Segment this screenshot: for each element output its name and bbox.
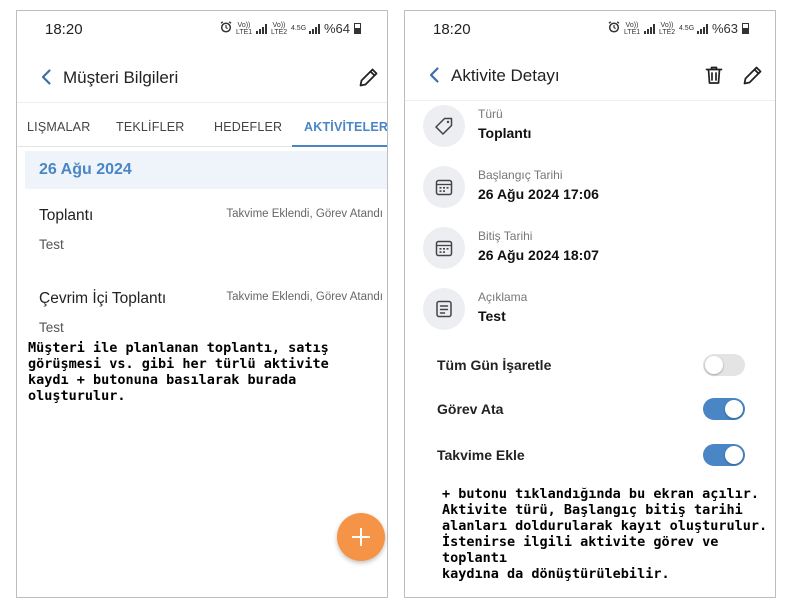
battery-icon (354, 23, 361, 34)
page-title: Aktivite Detayı (451, 66, 560, 85)
network-label-2: Vo)) LTE2 (658, 21, 676, 36)
calendar-icon (423, 166, 465, 208)
tab-meetings[interactable]: LIŞMALAR (27, 120, 90, 134)
status-bar: 18:20 Vo)) LTE1 Vo)) LTE2 4.5G %63 (405, 11, 775, 47)
app-bar: Müşteri Bilgileri (17, 51, 387, 103)
alarm-icon (220, 21, 232, 36)
status-icons: Vo)) LTE1 Vo)) LTE2 4.5G %64 (220, 21, 361, 36)
active-tab-indicator (292, 145, 387, 147)
date-group-header: 26 Ağu 2024 (25, 151, 387, 189)
edit-icon[interactable] (741, 63, 765, 87)
field-label: Bitiş Tarihi (478, 229, 533, 243)
status-bar: 18:20 Vo)) LTE1 Vo)) LTE2 4.5G %64 (17, 11, 387, 47)
page-title: Müşteri Bilgileri (63, 68, 179, 87)
toggle-assign-task: Görev Ata (405, 395, 775, 425)
activity-subtitle: Test (39, 237, 64, 252)
activity-tags: Takvime Eklendi, Görev Atandı (226, 291, 383, 303)
battery-percent: %64 (323, 21, 350, 36)
field-description: Açıklama Test (405, 284, 775, 340)
tab-offers[interactable]: TEKLİFLER (116, 120, 185, 134)
field-start-date: Başlangıç Tarihi 26 Ağu 2024 17:06 (405, 162, 775, 218)
assign-task-switch[interactable] (703, 398, 745, 420)
field-end-date: Bitiş Tarihi 26 Ağu 2024 18:07 (405, 223, 775, 279)
tab-bar: LIŞMALAR TEKLİFLER HEDEFLER AKTİVİTELER (17, 107, 387, 147)
edit-icon[interactable] (357, 65, 381, 89)
customer-info-screen: 18:20 Vo)) LTE1 Vo)) LTE2 4.5G %64 Müşte… (16, 10, 388, 598)
field-value: 26 Ağu 2024 18:07 (478, 247, 599, 263)
network-label-3: 4.5G (290, 25, 307, 32)
field-label: Başlangıç Tarihi (478, 168, 563, 182)
date-group-label: 26 Ağu 2024 (39, 161, 132, 178)
battery-percent: %63 (711, 21, 738, 36)
field-value: Test (478, 308, 506, 324)
activity-title: Çevrim İçi Toplantı (39, 290, 167, 307)
field-value: Toplantı (478, 125, 532, 141)
field-label: Açıklama (478, 290, 528, 304)
back-icon[interactable] (37, 67, 57, 87)
toggle-all-day: Tüm Gün İşaretle (405, 351, 775, 381)
network-label-1: Vo)) LTE1 (623, 21, 641, 36)
signal-icon (255, 23, 267, 34)
trash-icon[interactable] (702, 63, 726, 87)
signal-icon-2 (308, 23, 320, 34)
toggle-add-calendar: Takvime Ekle (405, 441, 775, 471)
network-label-1: Vo)) LTE1 (235, 21, 253, 36)
app-bar: Aktivite Detayı (405, 49, 775, 101)
add-calendar-switch[interactable] (703, 444, 745, 466)
toggle-label: Tüm Gün İşaretle (437, 357, 552, 373)
field-label: Türü (478, 107, 503, 121)
back-icon[interactable] (425, 65, 445, 85)
calendar-icon (423, 227, 465, 269)
annotation-left: Müşteri ile planlanan toplantı, satış gö… (28, 340, 329, 404)
alarm-icon (608, 21, 620, 36)
tab-activities[interactable]: AKTİVİTELER (304, 120, 387, 134)
tag-icon (423, 105, 465, 147)
annotation-right: + butonu tıklandığında bu ekran açılır. … (442, 486, 768, 582)
status-icons: Vo)) LTE1 Vo)) LTE2 4.5G %63 (608, 21, 749, 36)
activity-tags: Takvime Eklendi, Görev Atandı (226, 208, 383, 220)
field-type: Türü Toplantı (405, 101, 775, 157)
status-time: 18:20 (433, 21, 471, 38)
activity-title: Toplantı (39, 207, 94, 224)
signal-icon-2 (696, 23, 708, 34)
toggle-label: Görev Ata (437, 401, 504, 417)
signal-icon (643, 23, 655, 34)
add-activity-button[interactable] (337, 513, 385, 561)
note-icon (423, 288, 465, 330)
network-label-3: 4.5G (678, 25, 695, 32)
list-item[interactable]: Toplantı Test Takvime Eklendi, Görev Ata… (25, 207, 387, 287)
status-time: 18:20 (45, 21, 83, 38)
activity-subtitle: Test (39, 320, 64, 335)
toggle-label: Takvime Ekle (437, 447, 525, 463)
all-day-switch[interactable] (703, 354, 745, 376)
network-label-2: Vo)) LTE2 (270, 21, 288, 36)
battery-icon (742, 23, 749, 34)
field-value: 26 Ağu 2024 17:06 (478, 186, 599, 202)
tab-goals[interactable]: HEDEFLER (214, 120, 282, 134)
